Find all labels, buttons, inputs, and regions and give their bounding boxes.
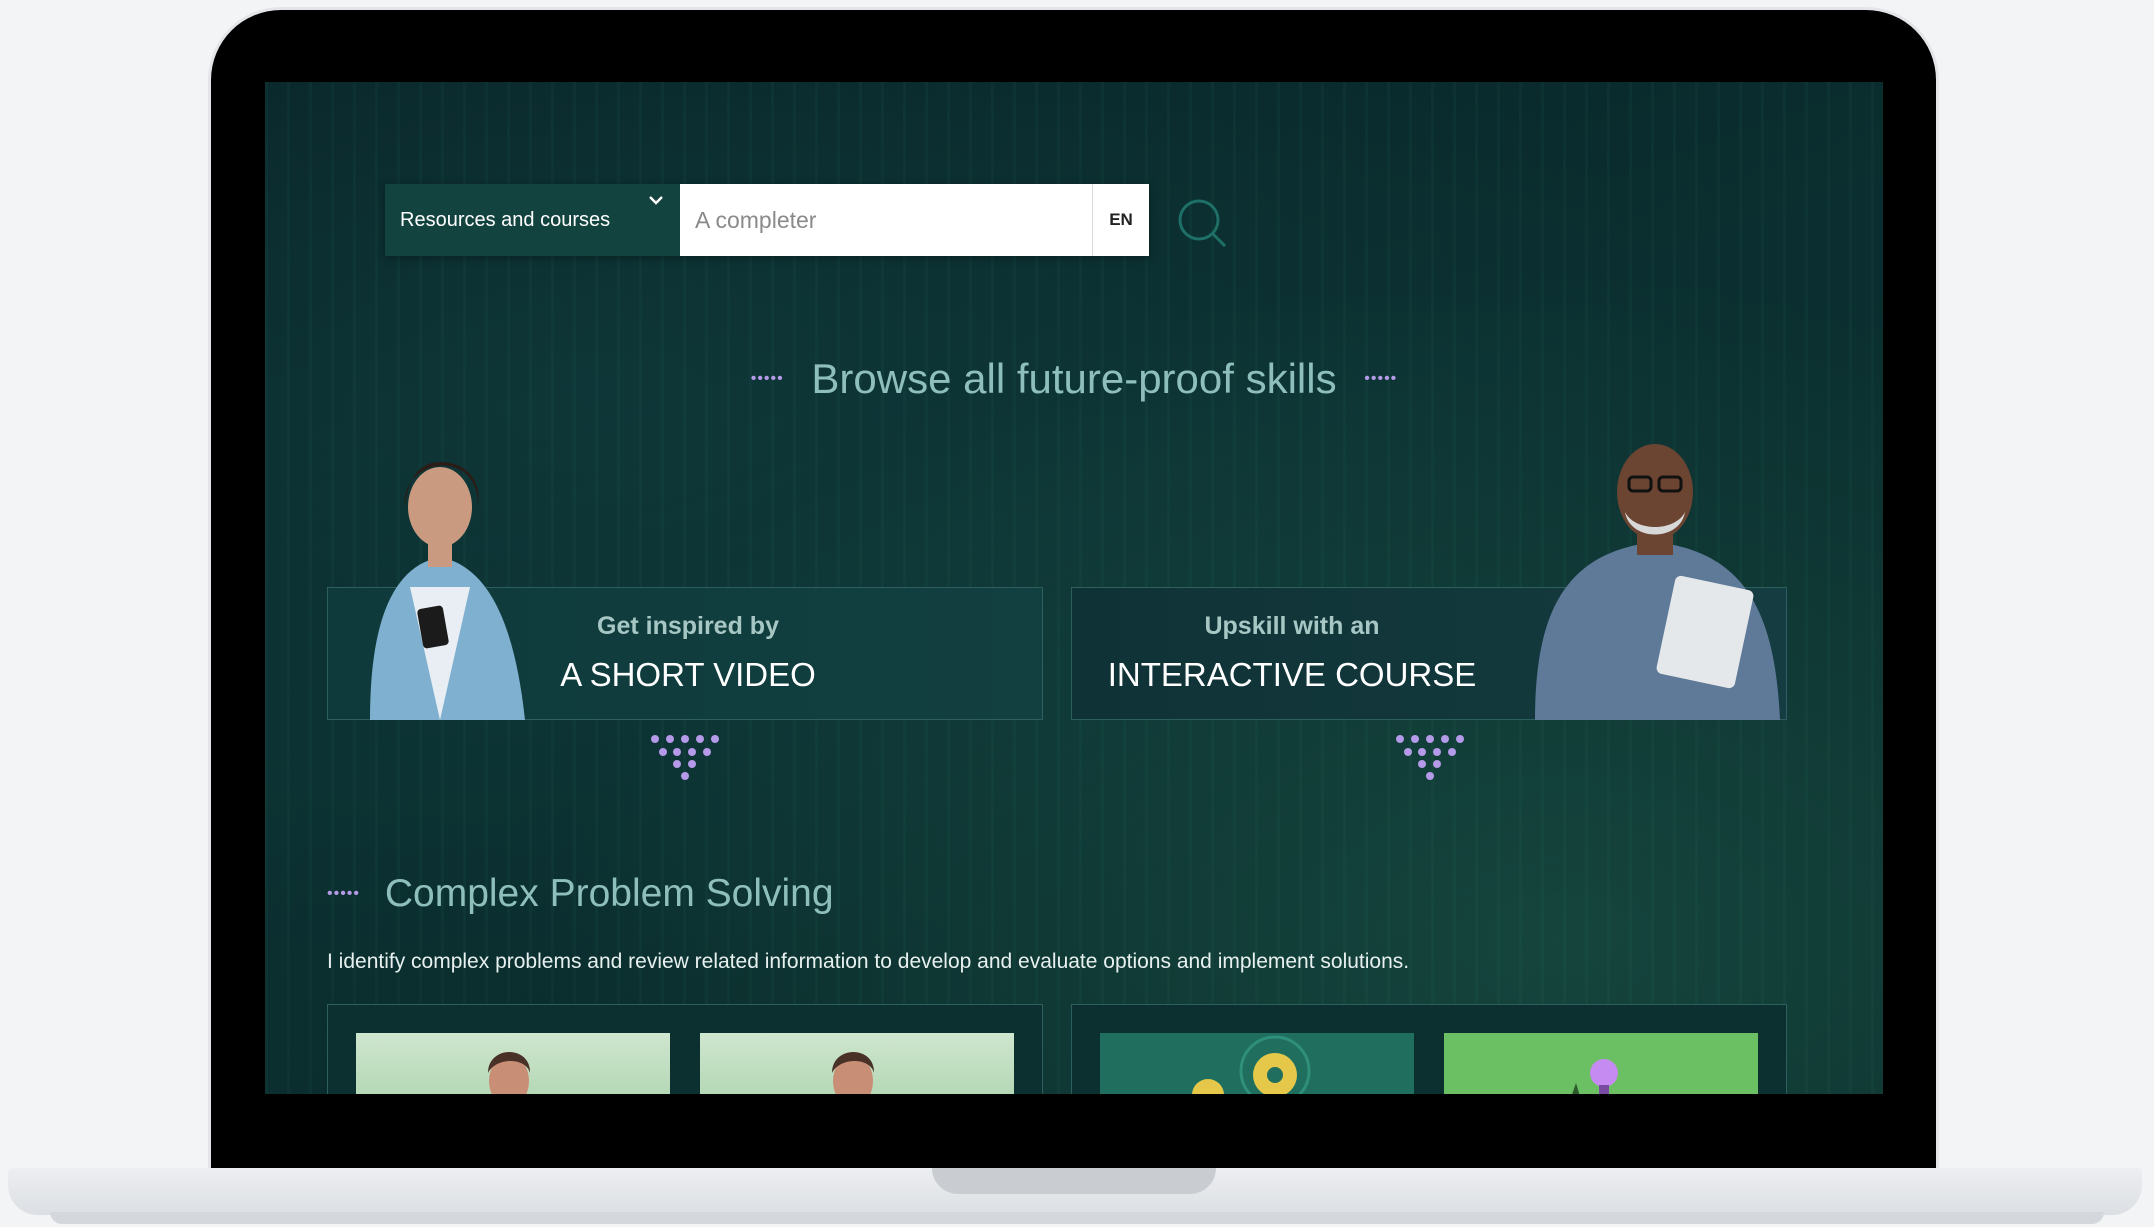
card-title: INTERACTIVE COURSE bbox=[1107, 656, 1477, 693]
video-list-panel bbox=[327, 1004, 1043, 1094]
search-bar: Resources and courses EN bbox=[385, 184, 1149, 256]
card-subtitle: Upskill with an bbox=[1204, 612, 1380, 640]
course-list-panel bbox=[1071, 1004, 1787, 1094]
presenter-image bbox=[488, 1052, 531, 1094]
course-thumbnail[interactable] bbox=[1100, 1033, 1414, 1094]
lightbulb-illustration bbox=[1572, 1059, 1618, 1094]
course-thumbnail[interactable] bbox=[1444, 1033, 1758, 1094]
card-subtitle: Get inspired by bbox=[597, 612, 779, 640]
card-title: A SHORT VIDEO bbox=[560, 656, 816, 693]
browser-screen: Resources and courses EN ••••• Browse al… bbox=[265, 82, 1883, 1094]
dots-decoration: ••••• bbox=[750, 369, 784, 387]
section-title-text: Complex Problem Solving bbox=[384, 871, 834, 915]
section-description: I identify complex problems and review r… bbox=[327, 950, 1410, 973]
language-toggle[interactable]: EN bbox=[1092, 184, 1149, 256]
browse-heading-text: Browse all future-proof skills bbox=[811, 354, 1337, 402]
short-video-card[interactable]: Get inspired by A SHORT VIDEO bbox=[327, 587, 1043, 720]
video-thumbnail[interactable] bbox=[356, 1033, 670, 1094]
category-select-label: Resources and courses bbox=[400, 209, 611, 231]
browse-heading: ••••• Browse all future-proof skills •••… bbox=[265, 352, 1883, 403]
dots-decoration: ••••• bbox=[327, 884, 361, 902]
dots-arrow-icon bbox=[651, 735, 719, 780]
category-select[interactable]: Resources and courses bbox=[385, 184, 680, 256]
gears-illustration bbox=[1192, 1035, 1311, 1094]
dots-decoration: ••••• bbox=[1364, 369, 1398, 387]
chevron-down-icon bbox=[649, 196, 663, 205]
video-thumbnail[interactable] bbox=[700, 1033, 1014, 1094]
search-input[interactable] bbox=[680, 184, 1092, 256]
search-icon[interactable] bbox=[1175, 196, 1231, 252]
laptop-base-edge bbox=[50, 1212, 2104, 1224]
laptop-notch bbox=[932, 1168, 1216, 1194]
interactive-course-card[interactable]: Upskill with an INTERACTIVE COURSE bbox=[1071, 587, 1787, 720]
section-title: ••••• Complex Problem Solving bbox=[327, 870, 834, 916]
dots-arrow-icon bbox=[1396, 735, 1464, 780]
presenter-image bbox=[832, 1052, 875, 1094]
